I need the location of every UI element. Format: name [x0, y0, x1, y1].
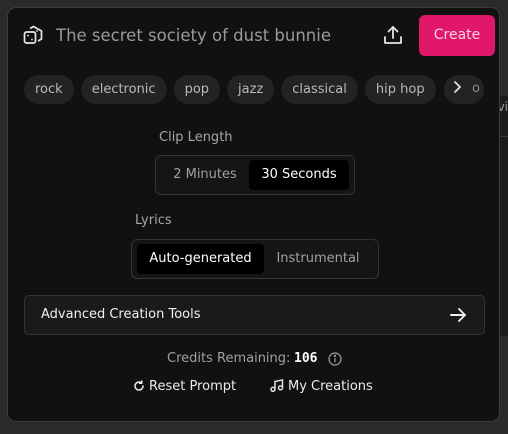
genre-tag[interactable]: pop: [173, 75, 221, 104]
advanced-creation-tools-button[interactable]: Advanced Creation Tools: [24, 295, 485, 335]
clip-option-30-seconds[interactable]: 30 Seconds: [249, 160, 349, 190]
chevron-right-icon: [452, 80, 464, 98]
my-creations-label: My Creations: [288, 379, 373, 394]
lyrics-option-auto-generated[interactable]: Auto-generated: [137, 244, 264, 274]
clip-length-selector: 2 Minutes 30 Seconds: [155, 155, 355, 195]
random-dice-icon[interactable]: [23, 25, 43, 45]
info-icon[interactable]: [328, 351, 342, 366]
credits-remaining-value: 106: [294, 351, 318, 366]
genre-tag[interactable]: classical: [281, 75, 358, 104]
upload-icon[interactable]: [382, 24, 404, 46]
clip-length-label: Clip Length: [159, 130, 233, 145]
prompt-title[interactable]: The secret society of dust bunnie: [56, 26, 331, 45]
lyrics-selector: Auto-generated Instrumental: [131, 239, 379, 279]
advanced-creation-tools-label: Advanced Creation Tools: [41, 307, 201, 322]
my-creations-button[interactable]: My Creations: [270, 379, 373, 394]
prompt-header: The secret society of dust bunnie Create: [8, 8, 499, 68]
create-song-panel: The secret society of dust bunnie Create…: [7, 7, 500, 422]
reset-prompt-button[interactable]: Reset Prompt: [133, 379, 236, 394]
credits-remaining-label: Credits Remaining:: [167, 351, 291, 366]
genre-tag[interactable]: electronic: [80, 75, 167, 104]
genre-tag[interactable]: hip hop: [364, 75, 436, 104]
reset-prompt-label: Reset Prompt: [149, 379, 237, 394]
music-note-icon: [270, 379, 284, 393]
create-button[interactable]: Create: [419, 15, 495, 56]
clip-option-2-minutes[interactable]: 2 Minutes: [161, 160, 249, 190]
genre-tag[interactable]: rock: [24, 75, 74, 104]
lyrics-label: Lyrics: [135, 213, 172, 228]
genre-tag[interactable]: jazz: [227, 75, 275, 104]
arrow-right-icon: [448, 305, 468, 325]
tags-scroll-right-button[interactable]: o: [444, 75, 484, 104]
lyrics-option-instrumental[interactable]: Instrumental: [266, 244, 370, 274]
genre-tag-list: rock electronic pop jazz classical hip hop: [24, 75, 486, 105]
refresh-icon: [134, 380, 144, 391]
genre-tag-partial: o: [472, 81, 480, 96]
